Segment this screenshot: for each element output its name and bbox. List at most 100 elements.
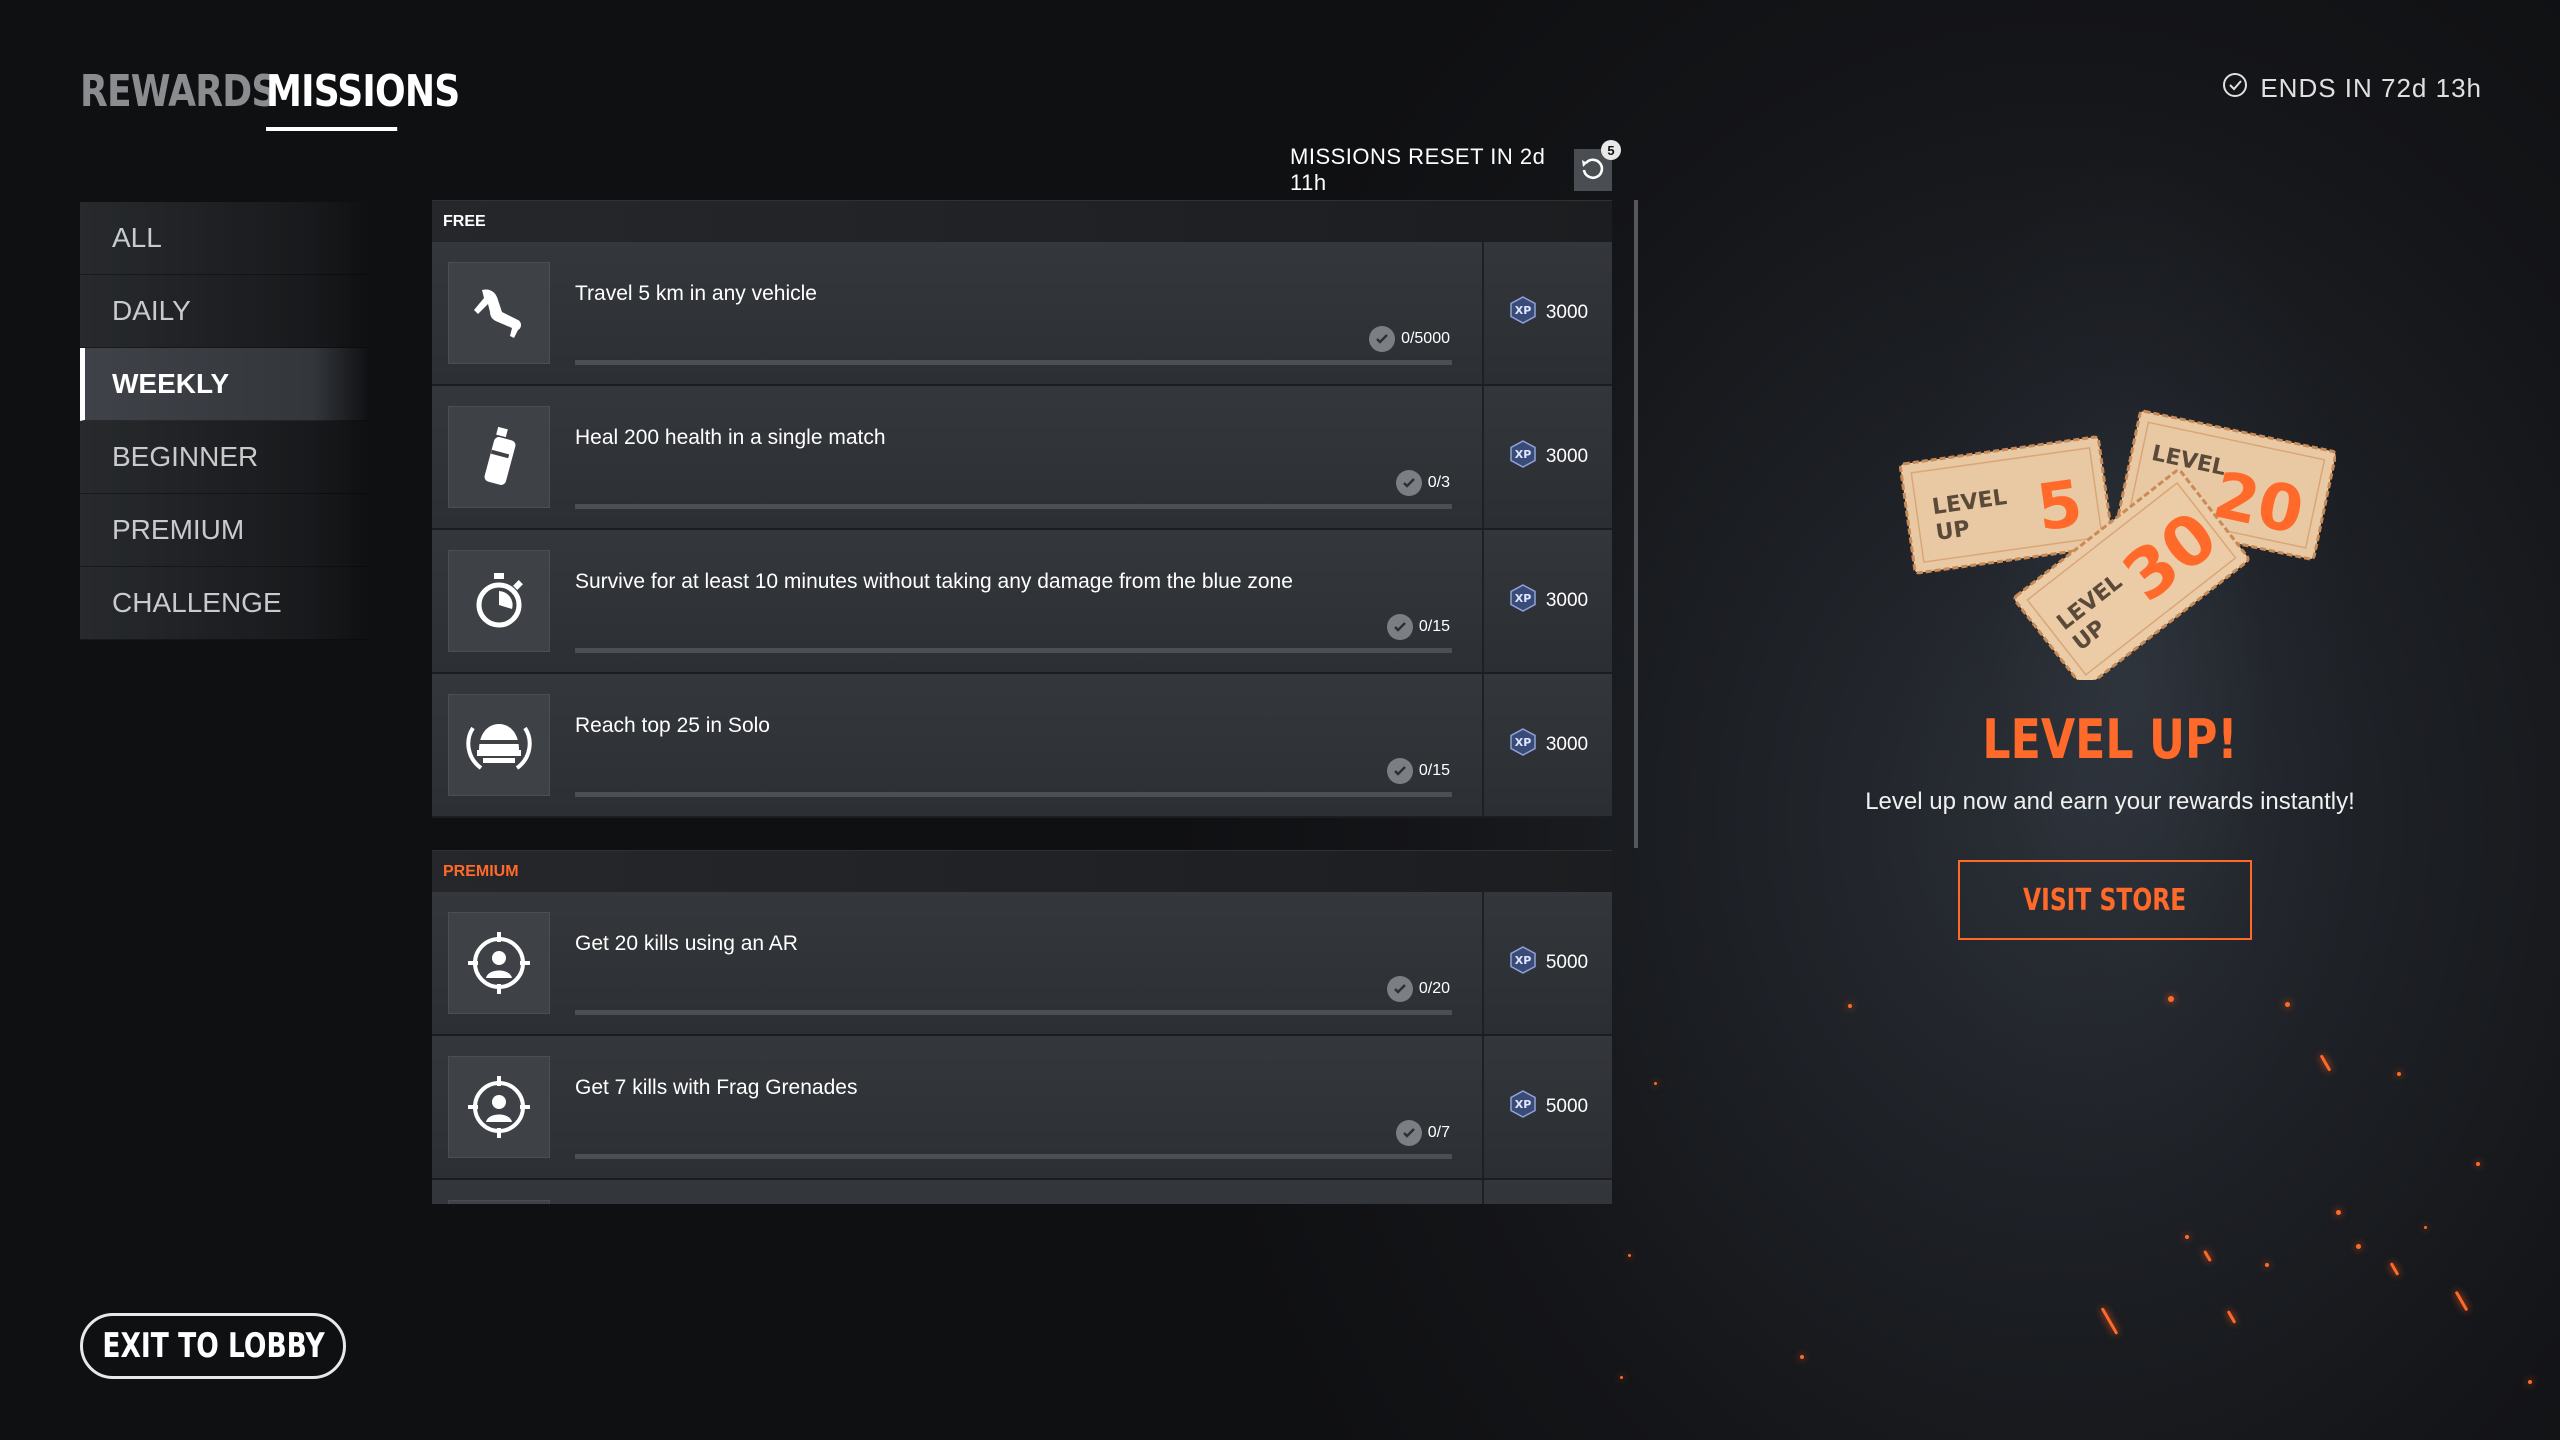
- mission-list-scrollbar[interactable]: [1634, 200, 1638, 848]
- mission-reward-value: 5000: [1545, 952, 1589, 973]
- nav-item-all[interactable]: ALL: [80, 202, 370, 275]
- visit-store-label: VISIT STORE: [2023, 882, 2187, 918]
- check-icon: [1369, 326, 1396, 352]
- check-icon: [1395, 470, 1422, 496]
- mission-progress: 0/3: [1395, 470, 1450, 496]
- mission-reward: XP 3000: [1482, 386, 1612, 528]
- check-icon: [1386, 976, 1413, 1002]
- svg-text:XP: XP: [1515, 304, 1532, 317]
- xp-hexagon-icon: XP: [1508, 945, 1538, 981]
- mission-progress: 0/5000: [1369, 326, 1450, 352]
- nav-item-challenge[interactable]: CHALLENGE: [80, 567, 370, 640]
- section-divider: [432, 818, 1612, 850]
- level-up-title: LEVEL UP!: [1982, 708, 2238, 771]
- xp-hexagon-icon: XP: [1508, 1089, 1538, 1125]
- level-up-subtitle: Level up now and earn your rewards insta…: [1865, 788, 2355, 815]
- mission-progress-text: 0/3: [1427, 474, 1450, 491]
- mission-progress-text: 0/15: [1418, 618, 1450, 635]
- missions-reset-text: MISSIONS RESET IN 2d 11h: [1290, 144, 1546, 195]
- svg-text:XP: XP: [1515, 448, 1532, 461]
- mission-title: Travel 5 km in any vehicle: [575, 282, 817, 305]
- spray-can-icon: [448, 406, 550, 508]
- mission-progress: 0/20: [1386, 976, 1450, 1002]
- svg-text:XP: XP: [1515, 592, 1532, 605]
- check-icon: [1395, 1120, 1422, 1146]
- mission-reward-value: 5000: [1545, 1096, 1589, 1117]
- mission-reward: [1482, 1180, 1612, 1204]
- refresh-icon: [1579, 154, 1607, 187]
- crosshair-person-icon: [448, 912, 550, 1014]
- crosshair-person-icon: [448, 1056, 550, 1158]
- running-legs-icon: [448, 262, 550, 364]
- refresh-missions-button[interactable]: 5: [1574, 140, 1621, 191]
- mission-progress-bar: [575, 1154, 1452, 1159]
- missions-reset-bar: MISSIONS RESET IN 2d 11h 5: [1290, 140, 1621, 195]
- svg-text:XP: XP: [1515, 954, 1532, 967]
- level-up-tickets-image: LEVEL UP 5 LEVEL 20 LEVEL UP 30: [1899, 409, 2336, 680]
- mission-row[interactable]: Travel 5 km in any vehicle 0/5000 XP 300…: [432, 242, 1612, 386]
- mission-category-nav: ALL DAILY WEEKLY BEGINNER PREMIUM CHALLE…: [80, 202, 370, 640]
- mission-progress: 0/15: [1386, 614, 1450, 640]
- mission-progress: 0/15: [1386, 758, 1450, 784]
- mission-progress-bar: [575, 648, 1452, 653]
- mission-title: Survive for at least 10 minutes without …: [575, 570, 1293, 593]
- check-circle-icon: [2222, 72, 2248, 105]
- mission-icon-placeholder: [448, 1200, 550, 1204]
- mission-progress-text: 0/5000: [1401, 330, 1450, 347]
- mission-reward-value: 3000: [1545, 734, 1589, 755]
- tab-missions[interactable]: MISSIONS: [266, 66, 460, 131]
- mission-row[interactable]: Get 20 kills using an AR 0/20 XP 5000: [432, 892, 1612, 1036]
- mission-row[interactable]: Reach top 25 in Solo 0/15 XP 3000: [432, 674, 1612, 818]
- mission-title: Get 20 kills using an AR: [575, 932, 798, 955]
- section-label-free: FREE: [432, 200, 1612, 242]
- check-icon: [1386, 614, 1413, 640]
- mission-progress: 0/7: [1395, 1120, 1450, 1146]
- mission-progress-bar: [575, 360, 1452, 365]
- season-timer-text: ENDS IN 72d 13h: [2260, 73, 2482, 103]
- mission-row[interactable]: Survive for at least 10 minutes without …: [432, 530, 1612, 674]
- mission-reward: XP 3000: [1482, 530, 1612, 672]
- exit-to-lobby-label: EXIT TO LOBBY: [101, 1326, 325, 1366]
- mission-progress-bar: [575, 792, 1452, 797]
- mission-progress-text: 0/20: [1418, 980, 1450, 997]
- refresh-count-badge: 5: [1601, 140, 1621, 160]
- tab-rewards[interactable]: REWARDS: [80, 66, 277, 127]
- mission-progress-bar: [575, 504, 1452, 509]
- mission-progress-text: 0/15: [1418, 762, 1450, 779]
- mission-reward-value: 3000: [1545, 590, 1589, 611]
- mission-reward: XP 3000: [1482, 674, 1612, 816]
- xp-hexagon-icon: XP: [1508, 295, 1538, 331]
- ticket-5-word2: UP: [1934, 516, 1971, 545]
- background-soldier: [1870, 150, 2390, 1220]
- top-tab-bar: REWARDS MISSIONS: [80, 66, 460, 131]
- nav-item-beginner[interactable]: BEGINNER: [80, 421, 370, 494]
- mission-row[interactable]: Get 7 kills with Frag Grenades 0/7 XP 50…: [432, 1036, 1612, 1180]
- mission-list[interactable]: FREE Travel 5 km in any vehicle 0/5000 X…: [432, 200, 1612, 1204]
- mission-progress-text: 0/7: [1427, 1124, 1450, 1141]
- mission-title: Reach top 25 in Solo: [575, 714, 770, 737]
- mission-row-partial[interactable]: [432, 1180, 1612, 1204]
- svg-text:XP: XP: [1515, 736, 1532, 749]
- stopwatch-icon: [448, 550, 550, 652]
- mission-reward: XP 5000: [1482, 1036, 1612, 1178]
- helmet-laurel-icon: [448, 694, 550, 796]
- mission-progress-bar: [575, 1010, 1452, 1015]
- mission-reward: XP 3000: [1482, 242, 1612, 384]
- xp-hexagon-icon: XP: [1508, 727, 1538, 763]
- mission-title: Get 7 kills with Frag Grenades: [575, 1076, 858, 1099]
- season-timer: ENDS IN 72d 13h: [2222, 72, 2482, 105]
- svg-text:XP: XP: [1515, 1098, 1532, 1111]
- nav-item-weekly[interactable]: WEEKLY: [80, 348, 370, 421]
- visit-store-button[interactable]: VISIT STORE: [1958, 860, 2252, 940]
- nav-item-premium[interactable]: PREMIUM: [80, 494, 370, 567]
- nav-item-daily[interactable]: DAILY: [80, 275, 370, 348]
- mission-reward-value: 3000: [1545, 446, 1589, 467]
- section-label-premium: PREMIUM: [432, 850, 1612, 892]
- mission-title: Heal 200 health in a single match: [575, 426, 886, 449]
- mission-row[interactable]: Heal 200 health in a single match 0/3 XP…: [432, 386, 1612, 530]
- exit-to-lobby-button[interactable]: EXIT TO LOBBY: [80, 1313, 346, 1379]
- xp-hexagon-icon: XP: [1508, 583, 1538, 619]
- xp-hexagon-icon: XP: [1508, 439, 1538, 475]
- check-icon: [1386, 758, 1413, 784]
- mission-reward-value: 3000: [1545, 302, 1589, 323]
